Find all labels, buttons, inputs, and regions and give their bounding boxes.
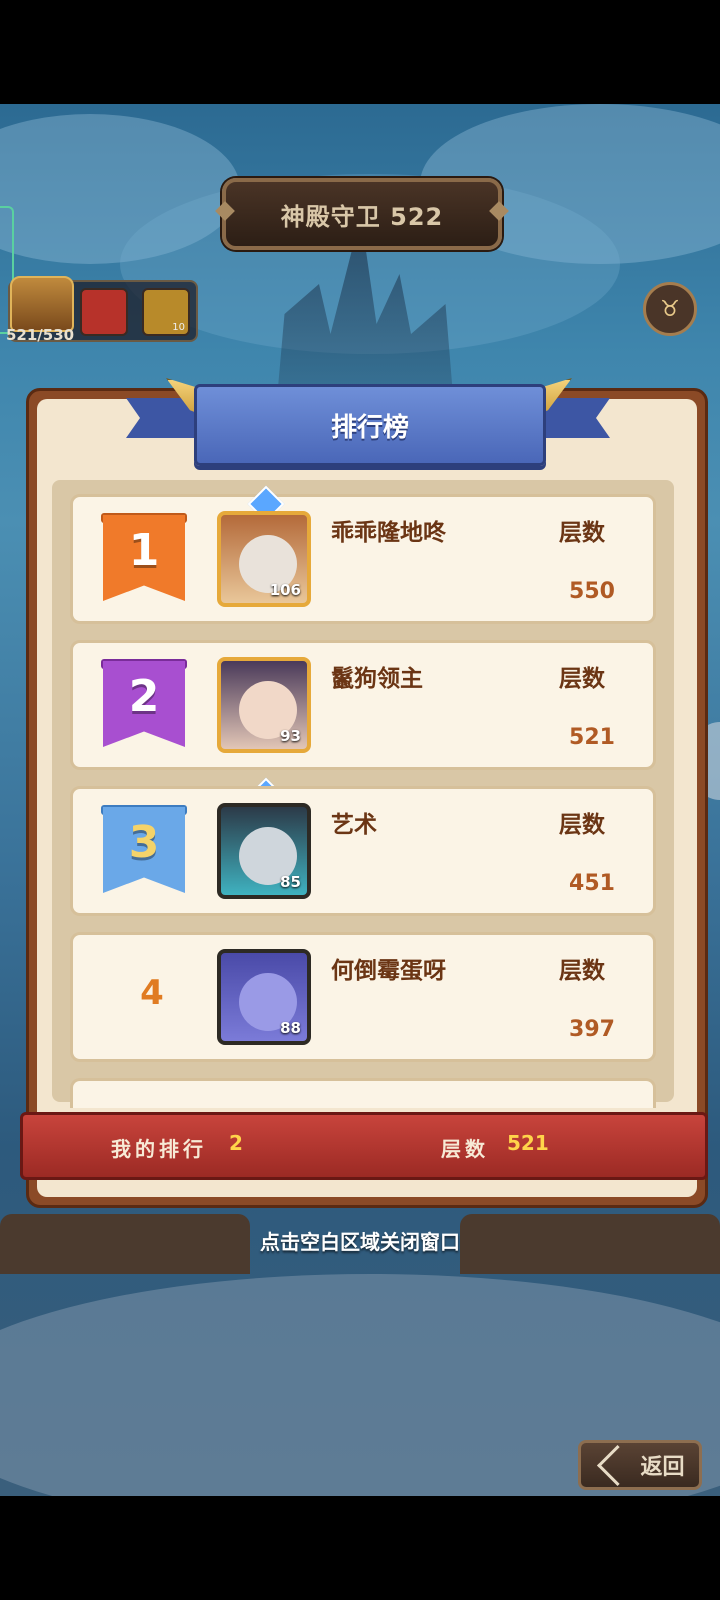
rank-number: 2: [128, 671, 160, 722]
chest-icon[interactable]: [10, 276, 74, 332]
player-name: 鬣狗领主: [331, 666, 423, 692]
ranking-row[interactable]: 1 106 乖乖隆地咚 层数 550: [70, 485, 656, 624]
floors-value: 521: [569, 725, 615, 750]
back-arrow-icon: [597, 1444, 639, 1486]
floors-label: 层数: [559, 520, 605, 546]
leaderboard-banner: 排行榜: [194, 384, 546, 466]
avatar[interactable]: 85: [217, 803, 311, 899]
my-rank-bar: 我的排行 2 层数 521: [20, 1112, 708, 1180]
floors-label: 层数: [559, 666, 605, 692]
floors-value: 451: [569, 871, 615, 896]
rank-flag: 1: [103, 515, 185, 601]
rank-flag: 2: [103, 661, 185, 747]
back-label: 返回: [640, 1455, 685, 1480]
coin-icon[interactable]: 10: [142, 288, 190, 336]
player-name: 艺术: [331, 812, 377, 838]
avatar-level: 88: [280, 1019, 301, 1037]
floors-value: 397: [569, 1017, 615, 1042]
avatar[interactable]: 88: [217, 949, 311, 1045]
ranking-row[interactable]: 3 85 艺术 层数 451: [70, 786, 656, 916]
ranking-row[interactable]: [70, 1078, 656, 1108]
scroll-icon[interactable]: [80, 288, 128, 336]
stage-title-bar: 神殿守卫 522: [215, 178, 509, 250]
my-floors-label: 层数: [441, 1137, 489, 1161]
floors-label: 层数: [559, 958, 605, 984]
floors-value: 550: [569, 579, 615, 604]
rank-number: 4: [140, 973, 164, 1013]
chest-count: 521/530: [6, 326, 75, 344]
ranking-row[interactable]: 4 88 何倒霉蛋呀 层数 397: [70, 932, 656, 1062]
rank-flag: 3: [103, 807, 185, 893]
player-name: 乖乖隆地咚: [331, 520, 446, 546]
player-name: 何倒霉蛋呀: [331, 958, 446, 984]
avatar-level: 93: [280, 727, 301, 745]
avatar[interactable]: 106: [217, 511, 311, 607]
rank-number: 1: [128, 525, 160, 576]
avatar-level: 85: [280, 873, 301, 891]
avatar-level: 106: [269, 581, 301, 599]
ranking-row[interactable]: 2 93 鬣狗领主 层数 521: [70, 640, 656, 815]
back-button[interactable]: 返回: [578, 1440, 702, 1490]
panel-title: 排行榜: [330, 412, 409, 443]
floors-label: 层数: [559, 812, 605, 838]
bull-icon[interactable]: ♉: [643, 282, 697, 336]
my-rank-value: 2: [229, 1131, 243, 1155]
rank-number: 3: [128, 817, 160, 868]
my-rank-label: 我的排行: [111, 1137, 207, 1161]
avatar[interactable]: 93: [217, 657, 311, 753]
stage-title: 神殿守卫 522: [280, 202, 444, 231]
my-floors-value: 521: [507, 1131, 549, 1155]
close-hint: 点击空白区域关闭窗口: [260, 1230, 460, 1254]
